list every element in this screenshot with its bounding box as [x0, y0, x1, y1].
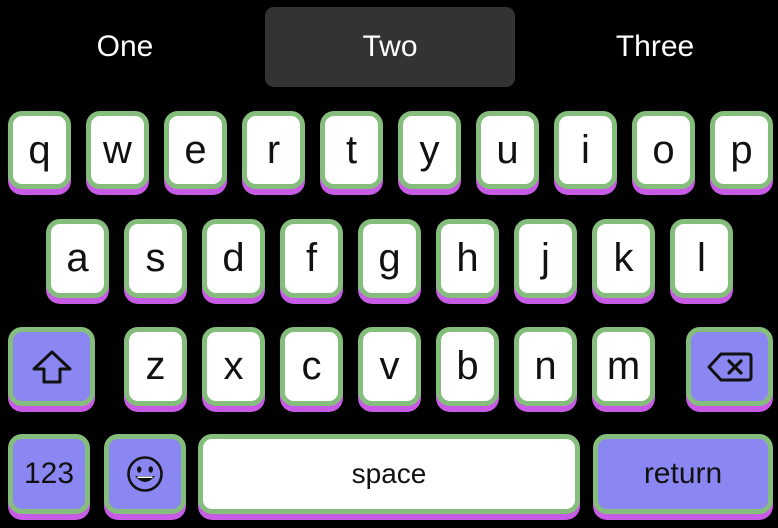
key-j[interactable]: j — [514, 219, 577, 298]
key-p[interactable]: p — [710, 111, 773, 189]
key-n[interactable]: n — [514, 327, 577, 406]
key-r[interactable]: r — [242, 111, 305, 189]
key-g[interactable]: g — [358, 219, 421, 298]
key-e[interactable]: e — [164, 111, 227, 189]
key-w[interactable]: w — [86, 111, 149, 189]
key-o[interactable]: o — [632, 111, 695, 189]
key-t[interactable]: t — [320, 111, 383, 189]
key-v[interactable]: v — [358, 327, 421, 406]
key-f[interactable]: f — [280, 219, 343, 298]
key-c[interactable]: c — [280, 327, 343, 406]
shift-key[interactable] — [8, 327, 95, 406]
suggestion-two[interactable]: Two — [265, 7, 515, 87]
key-l[interactable]: l — [670, 219, 733, 298]
key-q[interactable]: q — [8, 111, 71, 189]
key-u[interactable]: u — [476, 111, 539, 189]
suggestion-three[interactable]: Three — [530, 7, 778, 87]
space-key[interactable]: space — [198, 434, 580, 514]
numbers-key[interactable]: 123 — [8, 434, 90, 514]
key-z[interactable]: z — [124, 327, 187, 406]
emoji-face-icon — [127, 456, 163, 492]
suggestion-one[interactable]: One — [0, 7, 250, 87]
key-b[interactable]: b — [436, 327, 499, 406]
key-s[interactable]: s — [124, 219, 187, 298]
key-i[interactable]: i — [554, 111, 617, 189]
key-y[interactable]: y — [398, 111, 461, 189]
key-a[interactable]: a — [46, 219, 109, 298]
emoji-key[interactable] — [104, 434, 186, 514]
delete-key[interactable] — [686, 327, 773, 406]
key-k[interactable]: k — [592, 219, 655, 298]
return-key[interactable]: return — [593, 434, 773, 514]
backspace-icon — [707, 352, 752, 381]
key-x[interactable]: x — [202, 327, 265, 406]
key-m[interactable]: m — [592, 327, 655, 406]
key-h[interactable]: h — [436, 219, 499, 298]
shift-arrow-icon — [32, 350, 71, 383]
suggestion-bar: One Two Three — [0, 0, 778, 96]
key-d[interactable]: d — [202, 219, 265, 298]
